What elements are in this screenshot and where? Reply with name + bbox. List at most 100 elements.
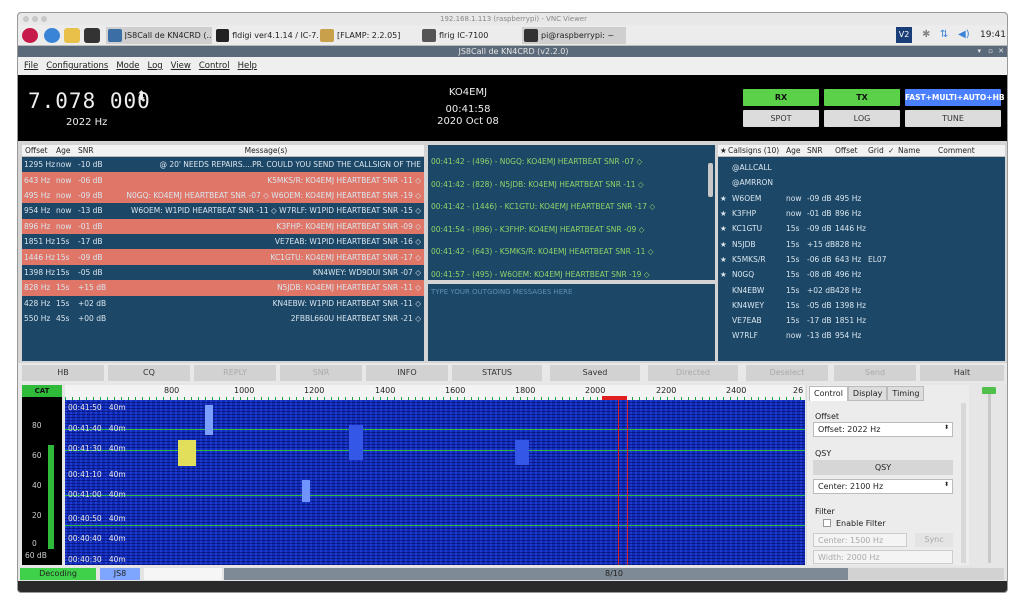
status-button[interactable]: STATUS [452, 365, 542, 381]
tx-button[interactable]: TX [824, 89, 900, 106]
callsign-row[interactable]: @ALLCALL [718, 160, 1005, 175]
rx-text-line[interactable]: 00:41:42 - (828) - N5JDB: KO4EMJ HEARTBE… [428, 174, 715, 197]
callsign-row[interactable]: KN4EBW 15s +02 dB 428 Hz [718, 282, 1005, 297]
send-button[interactable]: Send [834, 365, 916, 381]
minimize-icon[interactable]: ▾ [977, 46, 981, 57]
band-activity-row[interactable]: 1851 Hz 15s -17 dB VE7EAB: W1PID HEARTBEAT … [22, 234, 424, 249]
snr-button[interactable]: SNR [280, 365, 362, 381]
sync-button[interactable]: Sync [915, 533, 953, 547]
info-button[interactable]: INFO [366, 365, 448, 381]
task-js8call[interactable]: JS8Call de KN4CRD (... [106, 27, 212, 44]
band-activity-row[interactable]: 550 Hz 45s +00 dB 2FBBL660U HEARTBEAT SNR -… [22, 311, 424, 326]
tab-control[interactable]: Control [809, 386, 848, 401]
band-activity-row[interactable]: 1295 Hz now -10 dB @ 20' NEEDS REPAIRS....P… [22, 157, 424, 172]
menu-configurations[interactable]: Configurations [46, 61, 108, 71]
col-callsigns[interactable]: Callsigns (10) [728, 146, 786, 155]
band-activity-row[interactable]: 495 Hz now -09 dB N0GQ: KO4EMJ HEARTBEAT SN… [22, 187, 424, 204]
callsign-row[interactable]: @AMRRON [718, 175, 1005, 190]
col-name[interactable]: Name [898, 146, 938, 155]
col-call-offset[interactable]: Offset [835, 146, 868, 155]
minimize-dot[interactable] [32, 16, 38, 22]
callsign-row[interactable]: VE7EAB 15s -17 dB 1851 Hz [718, 313, 1005, 328]
filter-width-spinbox[interactable]: Width: 2000 Hz [813, 550, 953, 564]
close-dot[interactable] [23, 16, 29, 22]
col-messages[interactable]: Message(s) [108, 146, 424, 155]
band-activity-row[interactable]: 1398 Hz 15s -05 dB KN4WEY: WD9DUI SNR -07 ◇ [22, 265, 424, 280]
col-check[interactable]: ✓ [888, 146, 898, 155]
col-call-snr[interactable]: SNR [807, 146, 835, 155]
band-activity-row[interactable]: 1446 Hz 15s -09 dB KC1GTU: KO4EMJ HEARTBEAT… [22, 249, 424, 265]
folder-icon[interactable] [64, 28, 80, 43]
enable-filter-checkbox[interactable] [823, 519, 831, 527]
task-terminal[interactable]: pi@raspberrypi: ~ [522, 27, 626, 44]
dial-frequency[interactable]: 7.078 000 [28, 89, 151, 113]
spin-arrows-icon[interactable]: ⬍ [944, 481, 949, 488]
wifi-icon[interactable]: ⇅ [940, 29, 948, 40]
center-spinbox[interactable]: Center: 2100 Hz ⬍ [813, 479, 953, 494]
band-activity-row[interactable]: 828 Hz 15s +15 dB N5JDB: KO4EMJ HEARTBEAT S… [22, 280, 424, 296]
frequency-scale[interactable]: 800 1000 1200 1400 1600 1800 2000 2200 2… [65, 385, 805, 400]
callsign-row[interactable]: W7RLF now -13 dB 954 Hz [718, 328, 1005, 343]
waterfall[interactable]: 800 1000 1200 1400 1600 1800 2000 2200 2… [65, 385, 805, 565]
col-call-age[interactable]: Age [786, 146, 807, 155]
bluetooth-icon[interactable]: ✱ [922, 29, 930, 40]
waterfall-display[interactable]: 00:41:50 40m 00:41:40 40m 00:41:30 40m 00:4… [65, 400, 805, 565]
spot-button[interactable]: SPOT [743, 110, 819, 127]
vnc-tray-icon[interactable]: V2 [896, 27, 912, 43]
task-flamp[interactable]: [FLAMP: 2.2.05] [318, 27, 418, 44]
task-flrig[interactable]: flrig IC-7100 [420, 27, 520, 44]
gain-slider-handle[interactable] [982, 387, 996, 394]
cat-indicator[interactable]: CAT [22, 385, 62, 397]
halt-button[interactable]: Halt [920, 365, 1004, 381]
cq-button[interactable]: CQ [108, 365, 190, 381]
col-offset[interactable]: Offset [22, 146, 56, 155]
menu-control[interactable]: Control [199, 61, 230, 71]
log-button[interactable]: LOG [824, 110, 900, 127]
col-star[interactable]: ★ [718, 146, 728, 155]
browser-icon[interactable] [44, 28, 60, 43]
col-grid[interactable]: Grid [868, 146, 888, 155]
spin-arrows-icon[interactable]: ⬍ [944, 424, 949, 431]
saved-button[interactable]: Saved [550, 365, 640, 381]
band-activity-row[interactable]: 896 Hz now -01 dB K3FHP: KO4EMJ HEARTBEAT S… [22, 218, 424, 234]
close-icon[interactable]: ✕ [998, 46, 1004, 57]
rx-text-line[interactable]: 00:41:57 - (495) - W6OEM: KO4EMJ HEARTBE… [428, 264, 715, 281]
band-activity-row[interactable]: 954 Hz now -13 dB W6OEM: W1PID HEARTBEAT SN… [22, 203, 424, 218]
col-comment[interactable]: Comment [938, 146, 1005, 155]
rx-text-area[interactable]: 00:41:42 - (496) - N0GQ: KO4EMJ HEARTBEA… [428, 145, 715, 280]
col-age[interactable]: Age [56, 146, 78, 155]
auto-mode-button[interactable]: FAST+MULTI+AUTO+HB [905, 89, 1005, 106]
directed-button[interactable]: Directed [648, 365, 738, 381]
rx-text-line[interactable]: 00:41:54 - (896) - K3FHP: KO4EMJ HEARTBE… [428, 219, 715, 242]
offset-spinbox[interactable]: Offset: 2022 Hz ⬍ [813, 422, 953, 437]
qsy-button[interactable]: QSY [813, 460, 953, 475]
volume-icon[interactable]: ◀) [958, 29, 970, 40]
rx-button[interactable]: RX [743, 89, 819, 106]
callsign-row[interactable]: ★ W6OEM now -09 dB 495 Hz [718, 191, 1005, 206]
callsign-row[interactable]: ★ N0GQ 15s -08 dB 496 Hz [718, 267, 1005, 282]
callsign-row[interactable]: ★ K3FHP now -01 dB 896 Hz [718, 206, 1005, 221]
reply-button[interactable]: REPLY [194, 365, 276, 381]
band-activity-row[interactable]: 643 Hz now -06 dB K5MKS/R: KO4EMJ HEARTBEAT… [22, 172, 424, 188]
gain-slider-track[interactable] [988, 391, 991, 563]
menu-view[interactable]: View [171, 61, 191, 71]
rx-scrollbar[interactable] [708, 163, 713, 197]
rx-text-line[interactable]: 00:41:42 - (496) - N0GQ: KO4EMJ HEARTBEA… [428, 151, 715, 174]
callsign-row[interactable]: ★ K5MKS/R 15s -06 dB 643 Hz EL07 [718, 252, 1005, 267]
frequency-stepper-icon[interactable]: ⬍ [136, 89, 147, 104]
callsign-row[interactable]: KN4WEY 15s -05 dB 1398 Hz [718, 298, 1005, 313]
zoom-dot[interactable] [41, 16, 47, 22]
deselect-button[interactable]: Deselect [746, 365, 828, 381]
rx-text-line[interactable]: 00:41:42 - (643) - K5MKS/R: KO4EMJ HEART… [428, 241, 715, 264]
menu-help[interactable]: Help [238, 61, 257, 71]
tab-display[interactable]: Display [847, 386, 888, 401]
menu-file[interactable]: File [24, 61, 38, 71]
hb-button[interactable]: HB [22, 365, 104, 381]
terminal-icon[interactable] [84, 28, 100, 43]
raspberry-menu-icon[interactable] [22, 28, 38, 43]
maximize-icon[interactable]: ▫ [988, 46, 993, 57]
control-scrollbar[interactable] [961, 403, 966, 563]
filter-center-spinbox[interactable]: Center: 1500 Hz [813, 533, 907, 547]
callsign-row[interactable]: ★ N5JDB 15s +15 dB 828 Hz [718, 236, 1005, 251]
col-snr[interactable]: SNR [78, 146, 108, 155]
